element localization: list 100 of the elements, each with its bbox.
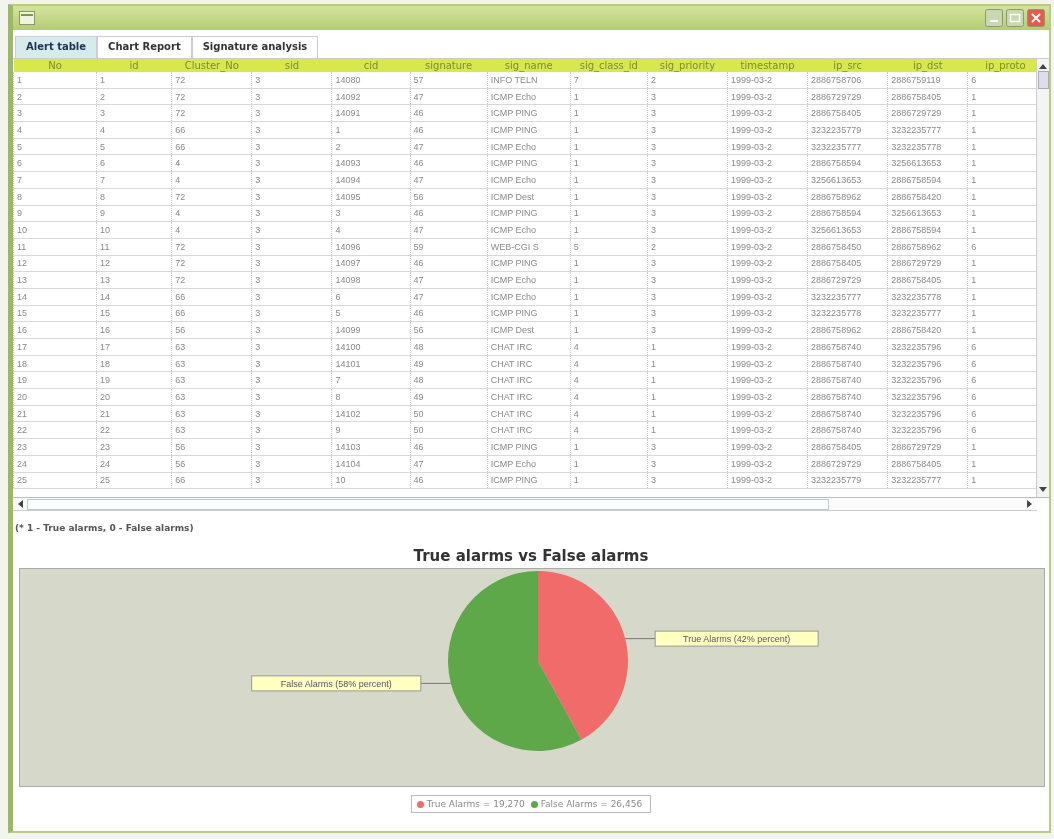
table-cell: 16	[96, 321, 172, 339]
tab[interactable]: Signature analysis	[191, 36, 319, 58]
column-header[interactable]: ip_src	[807, 59, 888, 72]
table-cell: 8	[13, 188, 97, 205]
table-cell: 12	[13, 255, 97, 272]
table-cell: 16	[13, 321, 97, 339]
column-header[interactable]: signature	[410, 59, 488, 72]
column-header[interactable]: No	[13, 59, 97, 72]
table-cell: 6	[96, 154, 172, 172]
table-cell: 63	[171, 338, 252, 356]
table-cell: 12	[96, 255, 172, 272]
close-icon[interactable]	[1027, 9, 1045, 27]
column-header[interactable]: sig_priority	[647, 59, 728, 72]
table-cell: 14103	[331, 438, 411, 456]
table-cell: 1999-03-2	[727, 455, 808, 472]
table-cell: 2886758405	[807, 438, 888, 456]
table-cell: 4	[570, 388, 648, 406]
up-arrow-icon[interactable]	[1039, 63, 1047, 69]
table-cell: 59	[410, 238, 488, 256]
down-arrow-icon[interactable]	[1039, 487, 1047, 493]
table-cell: 3	[251, 171, 332, 189]
table-cell: 2886758594	[807, 205, 888, 222]
table-cell: 3	[647, 288, 728, 306]
vertical-scrollbar[interactable]	[1036, 59, 1049, 497]
table-cell: 1999-03-2	[727, 238, 808, 256]
table-cell: 3232235777	[887, 121, 968, 139]
table-cell: 2886758420	[887, 188, 968, 205]
table-cell: 4	[171, 171, 252, 189]
horizontal-scrollbar[interactable]	[13, 498, 1037, 511]
table-cell: 1999-03-2	[727, 88, 808, 105]
table-cell: 2886729729	[887, 104, 968, 122]
table-cell: 3	[647, 104, 728, 122]
table-cell: 3	[251, 138, 332, 155]
table-cell: ICMP PING	[487, 305, 571, 322]
table-cell: 3	[647, 455, 728, 472]
table-cell: 3	[647, 305, 728, 322]
table-cell: 2886729729	[807, 455, 888, 472]
table-cell: 66	[171, 121, 252, 139]
left-arrow-icon[interactable]	[17, 500, 23, 508]
column-header[interactable]: ip_proto	[967, 59, 1036, 72]
column-header[interactable]: ip_dst	[887, 59, 968, 72]
table-cell: ICMP Echo	[487, 455, 571, 472]
column-header[interactable]: timestamp	[727, 59, 808, 72]
table-cell: 66	[171, 138, 252, 155]
column-header[interactable]: sid	[251, 59, 332, 72]
column-header[interactable]: cid	[331, 59, 411, 72]
table-cell: 1	[647, 338, 728, 356]
table-cell: 1999-03-2	[727, 405, 808, 422]
column-header[interactable]: sig_class_id	[570, 59, 648, 72]
scroll-thumb[interactable]	[27, 498, 829, 510]
column-header[interactable]: sig_name	[487, 59, 571, 72]
tab[interactable]: Alert table	[15, 36, 98, 58]
table-cell: 23	[96, 438, 172, 456]
table-cell: 1999-03-2	[727, 321, 808, 339]
app-icon	[19, 11, 35, 25]
table-cell: 46	[410, 305, 488, 322]
right-arrow-icon[interactable]	[1027, 500, 1033, 508]
table-cell: 47	[410, 271, 488, 289]
table-cell: 3	[251, 421, 332, 439]
column-header[interactable]: id	[96, 59, 172, 72]
slice-label: True Alarms (42% percent)	[654, 630, 819, 647]
table-cell: 3	[251, 221, 332, 239]
table-cell: 1	[570, 104, 648, 122]
table-cell: 2886758740	[807, 355, 888, 372]
table-cell: 3	[647, 438, 728, 456]
table-cell: 63	[171, 371, 252, 389]
table-cell: 3232235778	[807, 305, 888, 322]
table-cell: 2886758740	[807, 421, 888, 439]
table-cell: 5	[96, 138, 172, 155]
table-cell: 2886758706	[807, 72, 888, 89]
table-cell: 1	[570, 288, 648, 306]
table-cell: 17	[96, 338, 172, 356]
table-cell: 56	[171, 321, 252, 339]
table-cell: 1	[570, 455, 648, 472]
table-cell: 1999-03-2	[727, 421, 808, 439]
table-cell: 1	[647, 388, 728, 406]
column-header[interactable]: Cluster_No	[171, 59, 252, 72]
table-cell: 50	[410, 421, 488, 439]
table-cell: 4	[331, 221, 411, 239]
table-cell: 11	[13, 238, 97, 256]
table-cell: ICMP Dest	[487, 321, 571, 339]
table-cell: 72	[171, 255, 252, 272]
table-cell: 3232235796	[887, 338, 968, 356]
table-cell: 3	[251, 72, 332, 89]
maximize-icon[interactable]	[1006, 9, 1024, 27]
table-cell: 1	[570, 221, 648, 239]
table-cell: 3232235796	[887, 388, 968, 406]
scroll-thumb[interactable]	[1037, 71, 1049, 89]
tab[interactable]: Chart Report	[97, 36, 192, 58]
table-cell: ICMP PING	[487, 472, 571, 489]
table-cell: 4	[570, 338, 648, 356]
table-cell: 10	[96, 221, 172, 239]
table-cell: 1	[570, 255, 648, 272]
table-cell: 3	[647, 171, 728, 189]
table-cell: 63	[171, 355, 252, 372]
table-cell: 2	[647, 72, 728, 89]
table-cell: 2886758962	[807, 321, 888, 339]
minimize-icon[interactable]	[985, 9, 1003, 27]
table-cell: 3	[251, 388, 332, 406]
table-cell: 25	[96, 472, 172, 489]
